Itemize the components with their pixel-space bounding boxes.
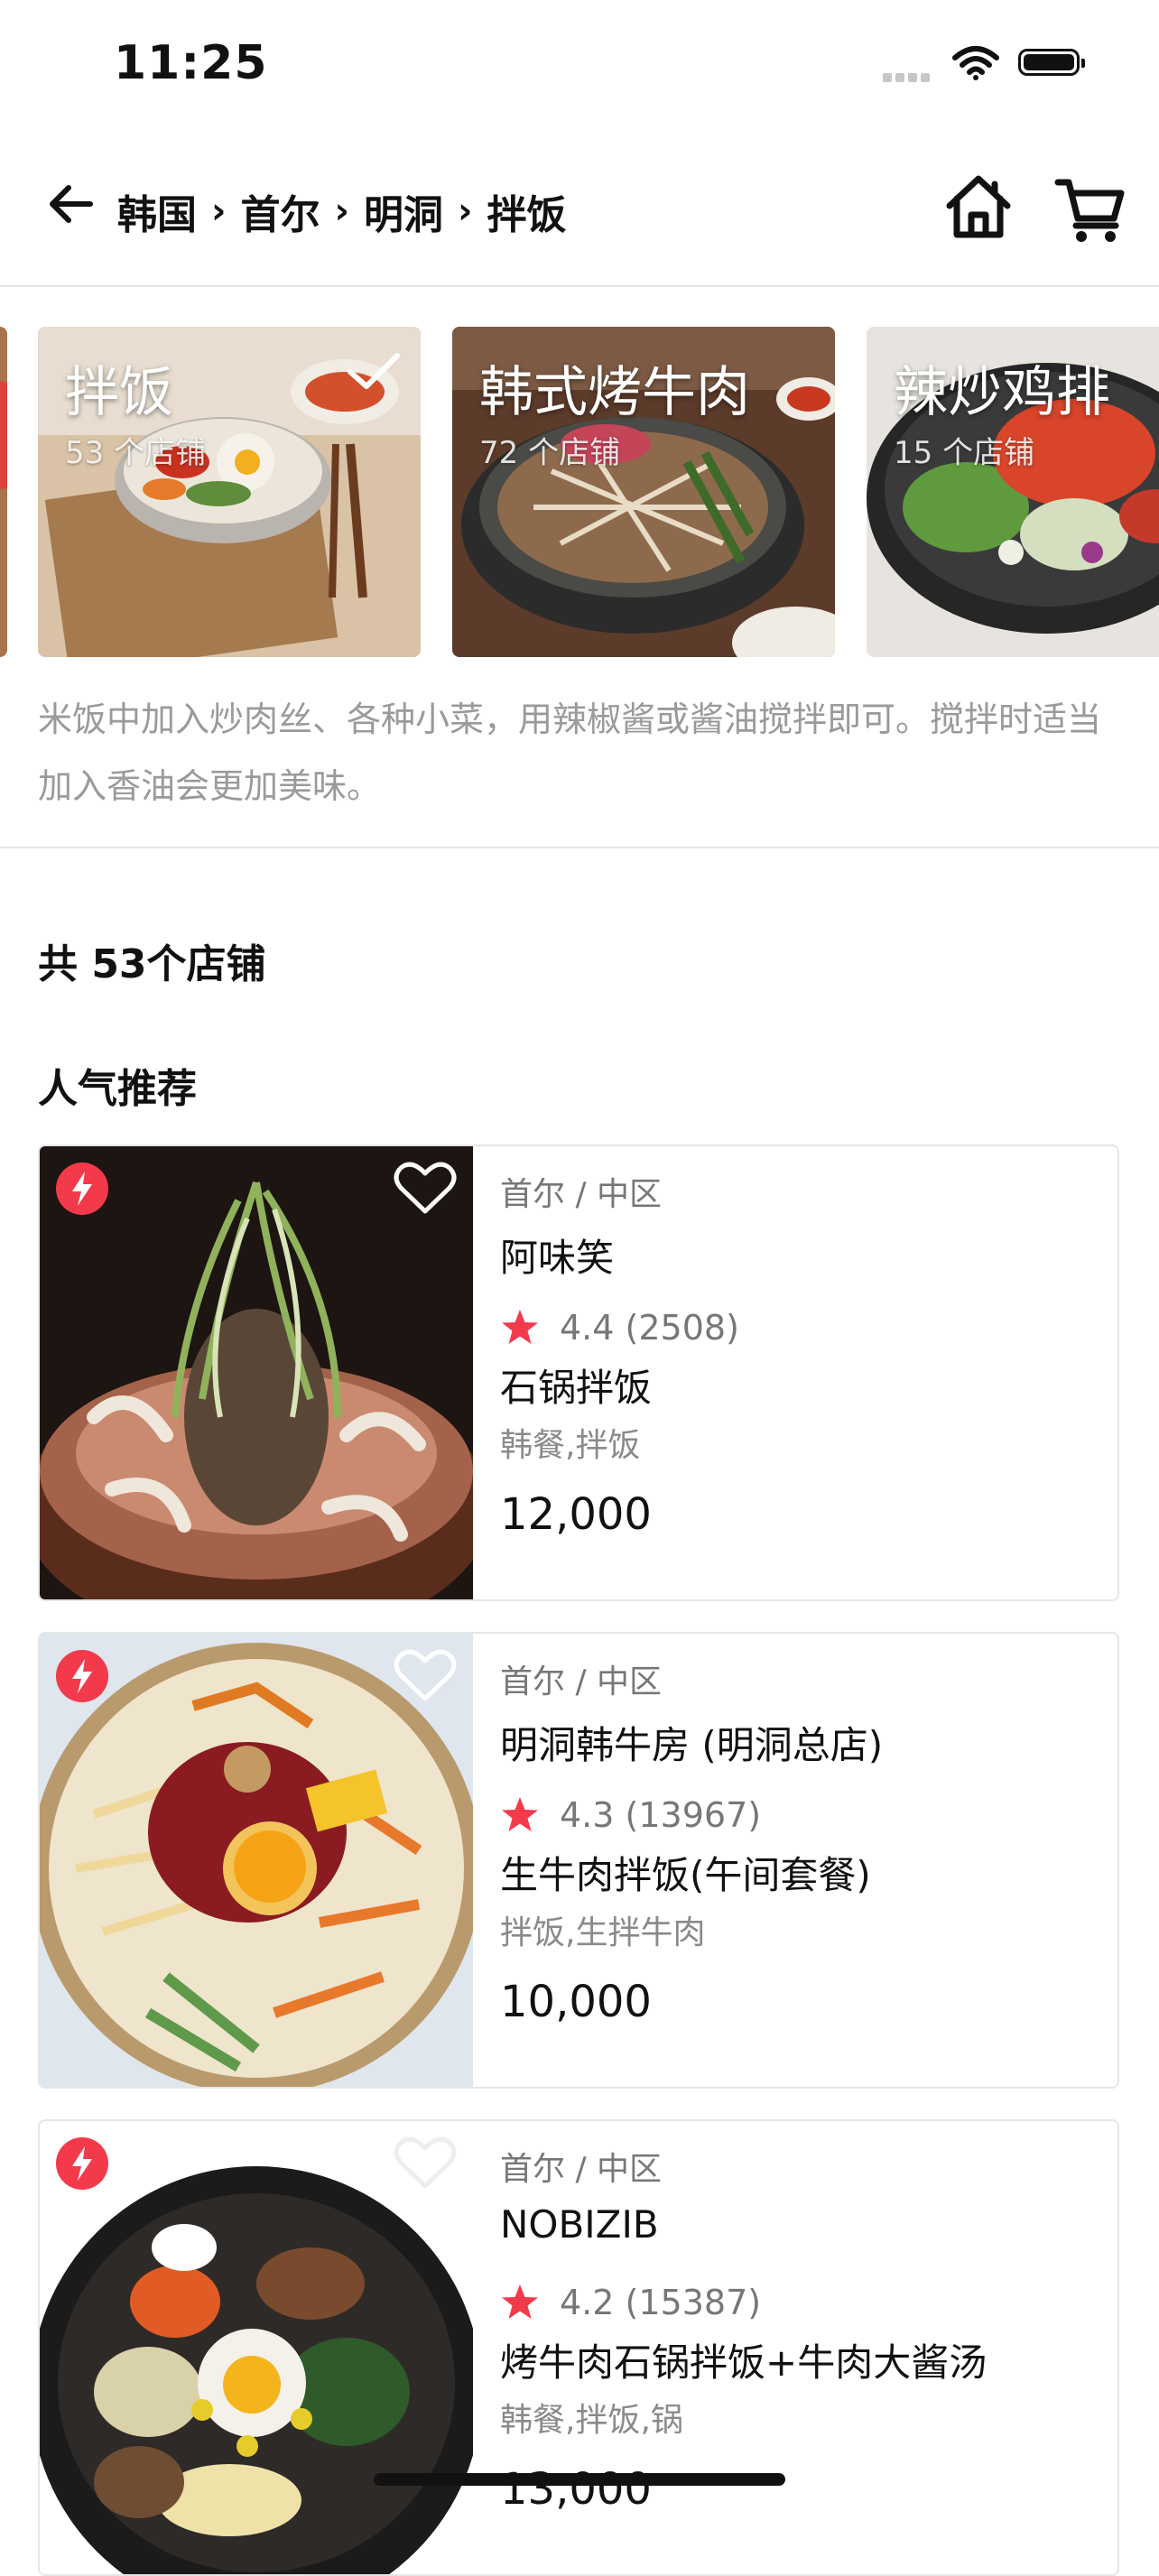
breadcrumb-item-country[interactable]: 韩国 [117,182,197,240]
category-carousel[interactable]: 拌饭 53 个店铺 韩式烤牛肉 72 个店铺 辣炒鸡排 15 个店铺 [0,327,1159,657]
battery-icon [1018,49,1085,76]
price: 10,000 [500,1977,652,2027]
back-button[interactable] [43,177,97,231]
check-icon [347,350,401,395]
star-icon [502,1797,538,1831]
restaurant-card[interactable]: 首尔 / 中区 阿味笑 4.4 (2508) 石锅拌饭 韩餐,拌饭 12,000 [38,1144,1119,1601]
category-description: 米饭中加入炒肉丝、各种小菜，用辣椒酱或酱油搅拌即可。搅拌时适当加入香油会更加美味… [38,700,1102,806]
star-icon [502,1310,538,1344]
restaurant-name: 明洞韩牛房 (明洞总店) [500,1723,884,1767]
category-card-dakgalbi[interactable]: 辣炒鸡排 15 个店铺 [867,327,1159,657]
category-card-bulgogi[interactable]: 韩式烤牛肉 72 个店铺 [452,327,835,657]
restaurant-card[interactable]: 首尔 / 中区 明洞韩牛房 (明洞总店) 4.3 (13967) 生牛肉拌饭(午… [38,1632,1119,2089]
cart-icon [1054,179,1125,242]
category-label: 辣炒鸡排 [894,361,1110,424]
nav-bar: 韩国 › 首尔 › 明洞 › 拌饭 [0,144,1159,287]
restaurant-name: 阿味笑 [500,1236,615,1280]
category-card-previous[interactable] [0,327,7,657]
category-count: 53 个店铺 [65,435,207,471]
restaurant-tags: 韩餐,拌饭 [500,1427,641,1464]
review-count: (15387) [625,2283,762,2322]
category-label: 韩式烤牛肉 [479,361,750,424]
status-time: 11:25 [114,36,268,90]
review-count: (2508) [625,1308,739,1348]
category-count: 72 个店铺 [479,435,621,471]
breadcrumb-separator: › [457,190,473,232]
category-card-bibimbap[interactable]: 拌饭 53 个店铺 [38,327,421,657]
breadcrumb-item-district[interactable]: 明洞 [364,182,443,240]
lightning-icon [56,1650,108,1702]
favorite-button[interactable] [394,1646,457,1704]
rating-row: 4.3 (13967) [500,1793,1105,1838]
heart-icon [394,1649,457,1701]
restaurant-card[interactable]: 首尔 / 中区 NOBIZIB 4.2 (15387) 烤牛肉石锅拌饭+牛肉大酱… [38,2119,1119,2576]
lightning-icon [56,1163,108,1215]
rating-value: 4.2 [560,2283,615,2322]
dish-name: 石锅拌饭 [500,1366,653,1410]
category-label: 拌饭 [65,361,173,424]
review-count: (13967) [625,1795,762,1835]
wifi-icon [951,45,1000,85]
restaurant-tags: 韩餐,拌饭,锅 [500,2402,683,2439]
breadcrumb: 韩国 › 首尔 › 明洞 › 拌饭 [117,182,566,240]
divider [0,847,1159,848]
price: 12,000 [500,1489,652,1540]
cart-button[interactable] [1052,171,1128,247]
back-arrow-icon [50,185,93,223]
home-indicator[interactable] [374,2473,785,2486]
dish-name: 烤牛肉石锅拌饭+牛肉大酱汤 [500,2340,987,2385]
breadcrumb-separator: › [334,190,349,232]
section-title-popular: 人气推荐 [38,1066,197,1112]
signal-icon [883,69,933,86]
rating-value: 4.3 [560,1795,615,1835]
breadcrumb-separator: › [211,190,227,232]
favorite-button[interactable] [394,1159,457,1217]
star-icon [502,2284,538,2319]
heart-icon [394,2136,457,2189]
restaurant-tags: 拌饭,生拌牛肉 [500,1914,706,1951]
heart-icon [394,1162,457,1214]
restaurant-name: NOBIZIB [500,2202,659,2247]
favorite-button[interactable] [394,2134,457,2191]
restaurant-location: 首尔 / 中区 [500,1663,663,1700]
home-icon [946,175,1011,238]
rating-row: 4.4 (2508) [500,1305,1105,1350]
restaurant-location: 首尔 / 中区 [500,2151,663,2188]
breadcrumb-item-category: 拌饭 [487,192,567,238]
category-count: 15 个店铺 [894,435,1035,471]
rating-value: 4.4 [560,1308,615,1348]
total-store-count: 共 53个店铺 [38,941,266,987]
dish-name: 生牛肉拌饭(午间套餐) [500,1853,871,1897]
lightning-icon [56,2137,108,2190]
rating-row: 4.2 (15387) [500,2280,1105,2325]
restaurant-location: 首尔 / 中区 [500,1176,663,1213]
breadcrumb-item-city[interactable]: 首尔 [240,182,320,240]
home-button[interactable] [941,170,1016,246]
